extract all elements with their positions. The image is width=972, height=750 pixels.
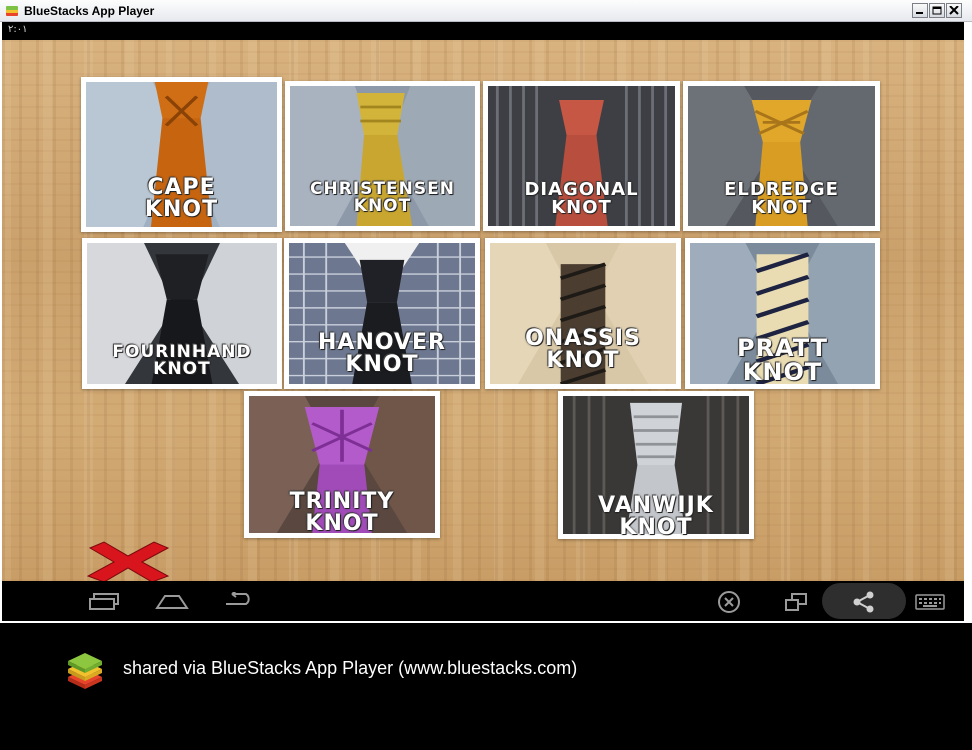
knot-label: TRINITY KNOT xyxy=(289,489,395,536)
knot-label: ELDREDGE KNOT xyxy=(724,179,839,218)
maximize-button[interactable] xyxy=(929,3,945,18)
close-icon xyxy=(949,6,959,15)
knot-tile-pratt[interactable]: PRATT KNOT xyxy=(685,238,880,389)
knot-label: CAPE KNOT xyxy=(144,175,219,222)
android-nav-bar xyxy=(2,581,964,621)
knot-label: PRATT KNOT xyxy=(736,334,829,386)
knot-label: ONASSIS KNOT xyxy=(525,326,641,373)
knot-label: CHRISTENSEN KNOT xyxy=(310,179,455,216)
back-icon[interactable] xyxy=(222,592,256,610)
bluestacks-logo-icon xyxy=(68,653,102,689)
recent-apps-icon[interactable] xyxy=(88,593,120,611)
close-app-icon[interactable] xyxy=(717,590,741,614)
close-window-button[interactable] xyxy=(946,3,962,18)
knot-tile-diagonal[interactable]: DIAGONAL KNOT xyxy=(483,81,680,231)
knot-tile-trinity[interactable]: TRINITY KNOT xyxy=(244,391,440,538)
knot-label: FOURINHAND KNOT xyxy=(112,342,252,379)
window-titlebar: BlueStacks App Player xyxy=(0,0,972,22)
knot-label: DIAGONAL KNOT xyxy=(524,179,639,218)
red-x-icon[interactable] xyxy=(86,540,170,581)
app-screen: CAPE KNOT CHRISTENSEN KNOT DIAGONAL KNOT… xyxy=(2,40,964,581)
minimize-icon xyxy=(916,12,923,14)
knot-tile-cape[interactable]: CAPE KNOT xyxy=(81,77,282,232)
window-border xyxy=(964,22,972,623)
knot-label: VANWIJK KNOT xyxy=(598,493,714,540)
maximize-icon xyxy=(932,6,942,15)
minimize-button[interactable] xyxy=(912,3,928,18)
bluestacks-logo-icon xyxy=(6,6,18,16)
share-icon xyxy=(853,591,874,613)
share-footer: shared via BlueStacks App Player (www.bl… xyxy=(0,623,972,750)
knot-tile-onassis[interactable]: ONASSIS KNOT xyxy=(485,238,681,389)
knot-tile-eldredge[interactable]: ELDREDGE KNOT xyxy=(683,81,880,231)
share-caption: shared via BlueStacks App Player (www.bl… xyxy=(123,658,578,678)
keyboard-icon[interactable] xyxy=(915,594,945,610)
knot-label: HANOVER KNOT xyxy=(318,330,446,377)
knot-tile-hanover[interactable]: HANOVER KNOT xyxy=(284,238,480,389)
knot-tile-fourinhand[interactable]: FOURINHAND KNOT xyxy=(82,238,282,389)
share-button[interactable] xyxy=(822,583,906,619)
knot-tile-christensen[interactable]: CHRISTENSEN KNOT xyxy=(285,81,480,231)
home-icon[interactable] xyxy=(155,592,189,610)
knot-tile-vanwijk[interactable]: VANWIJK KNOT xyxy=(558,391,754,539)
status-clock: ٢:٠١ xyxy=(8,24,28,35)
window-title: BlueStacks App Player xyxy=(24,4,155,18)
screen-rotate-icon[interactable] xyxy=(784,592,810,612)
android-status-bar: ٢:٠١ xyxy=(2,22,964,40)
